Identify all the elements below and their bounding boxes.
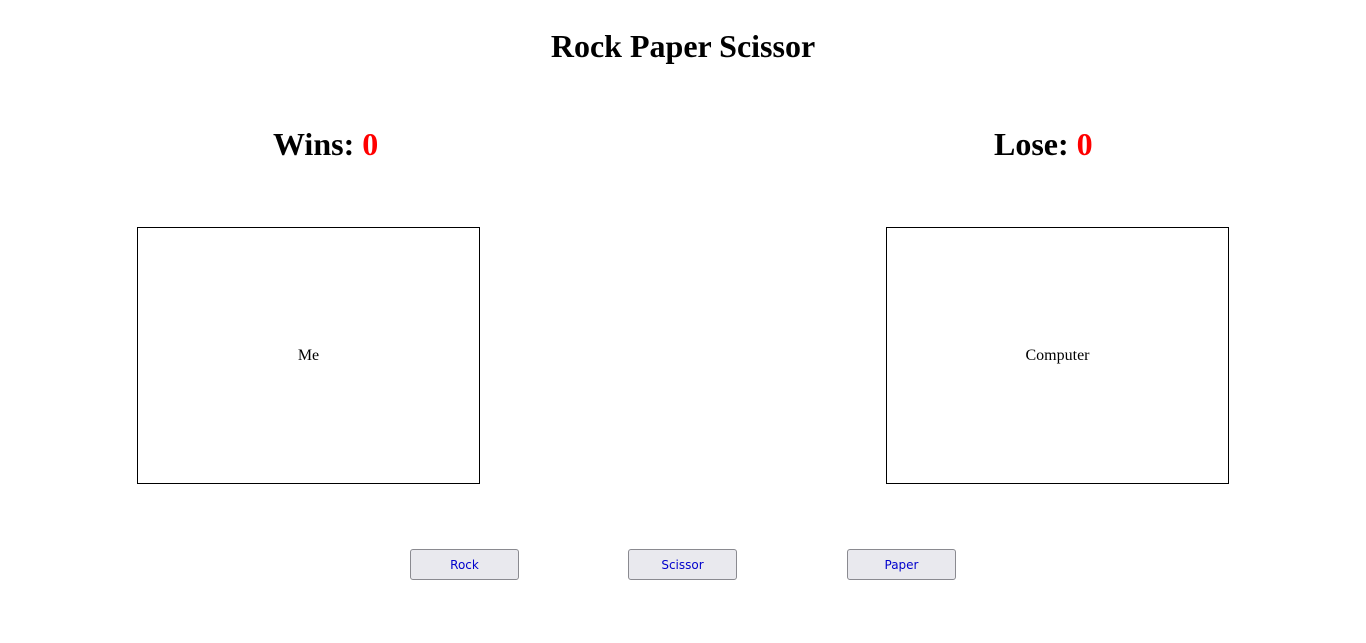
wins-label: Wins: bbox=[273, 126, 363, 162]
rock-button[interactable]: Rock bbox=[410, 549, 519, 580]
player-choice-box: Me bbox=[137, 227, 480, 484]
paper-button[interactable]: Paper bbox=[847, 549, 956, 580]
wins-score: Wins: 0 bbox=[273, 124, 378, 164]
page-title: Rock Paper Scissor bbox=[550, 28, 816, 64]
lose-score: Lose: 0 bbox=[994, 124, 1093, 164]
lose-count: 0 bbox=[1076, 126, 1093, 162]
computer-choice-box: Computer bbox=[886, 227, 1229, 484]
player-choice-label: Me bbox=[297, 346, 320, 364]
wins-count: 0 bbox=[362, 126, 379, 162]
computer-choice-label: Computer bbox=[1025, 346, 1090, 364]
lose-label: Lose: bbox=[994, 126, 1077, 162]
scissor-button[interactable]: Scissor bbox=[628, 549, 737, 580]
